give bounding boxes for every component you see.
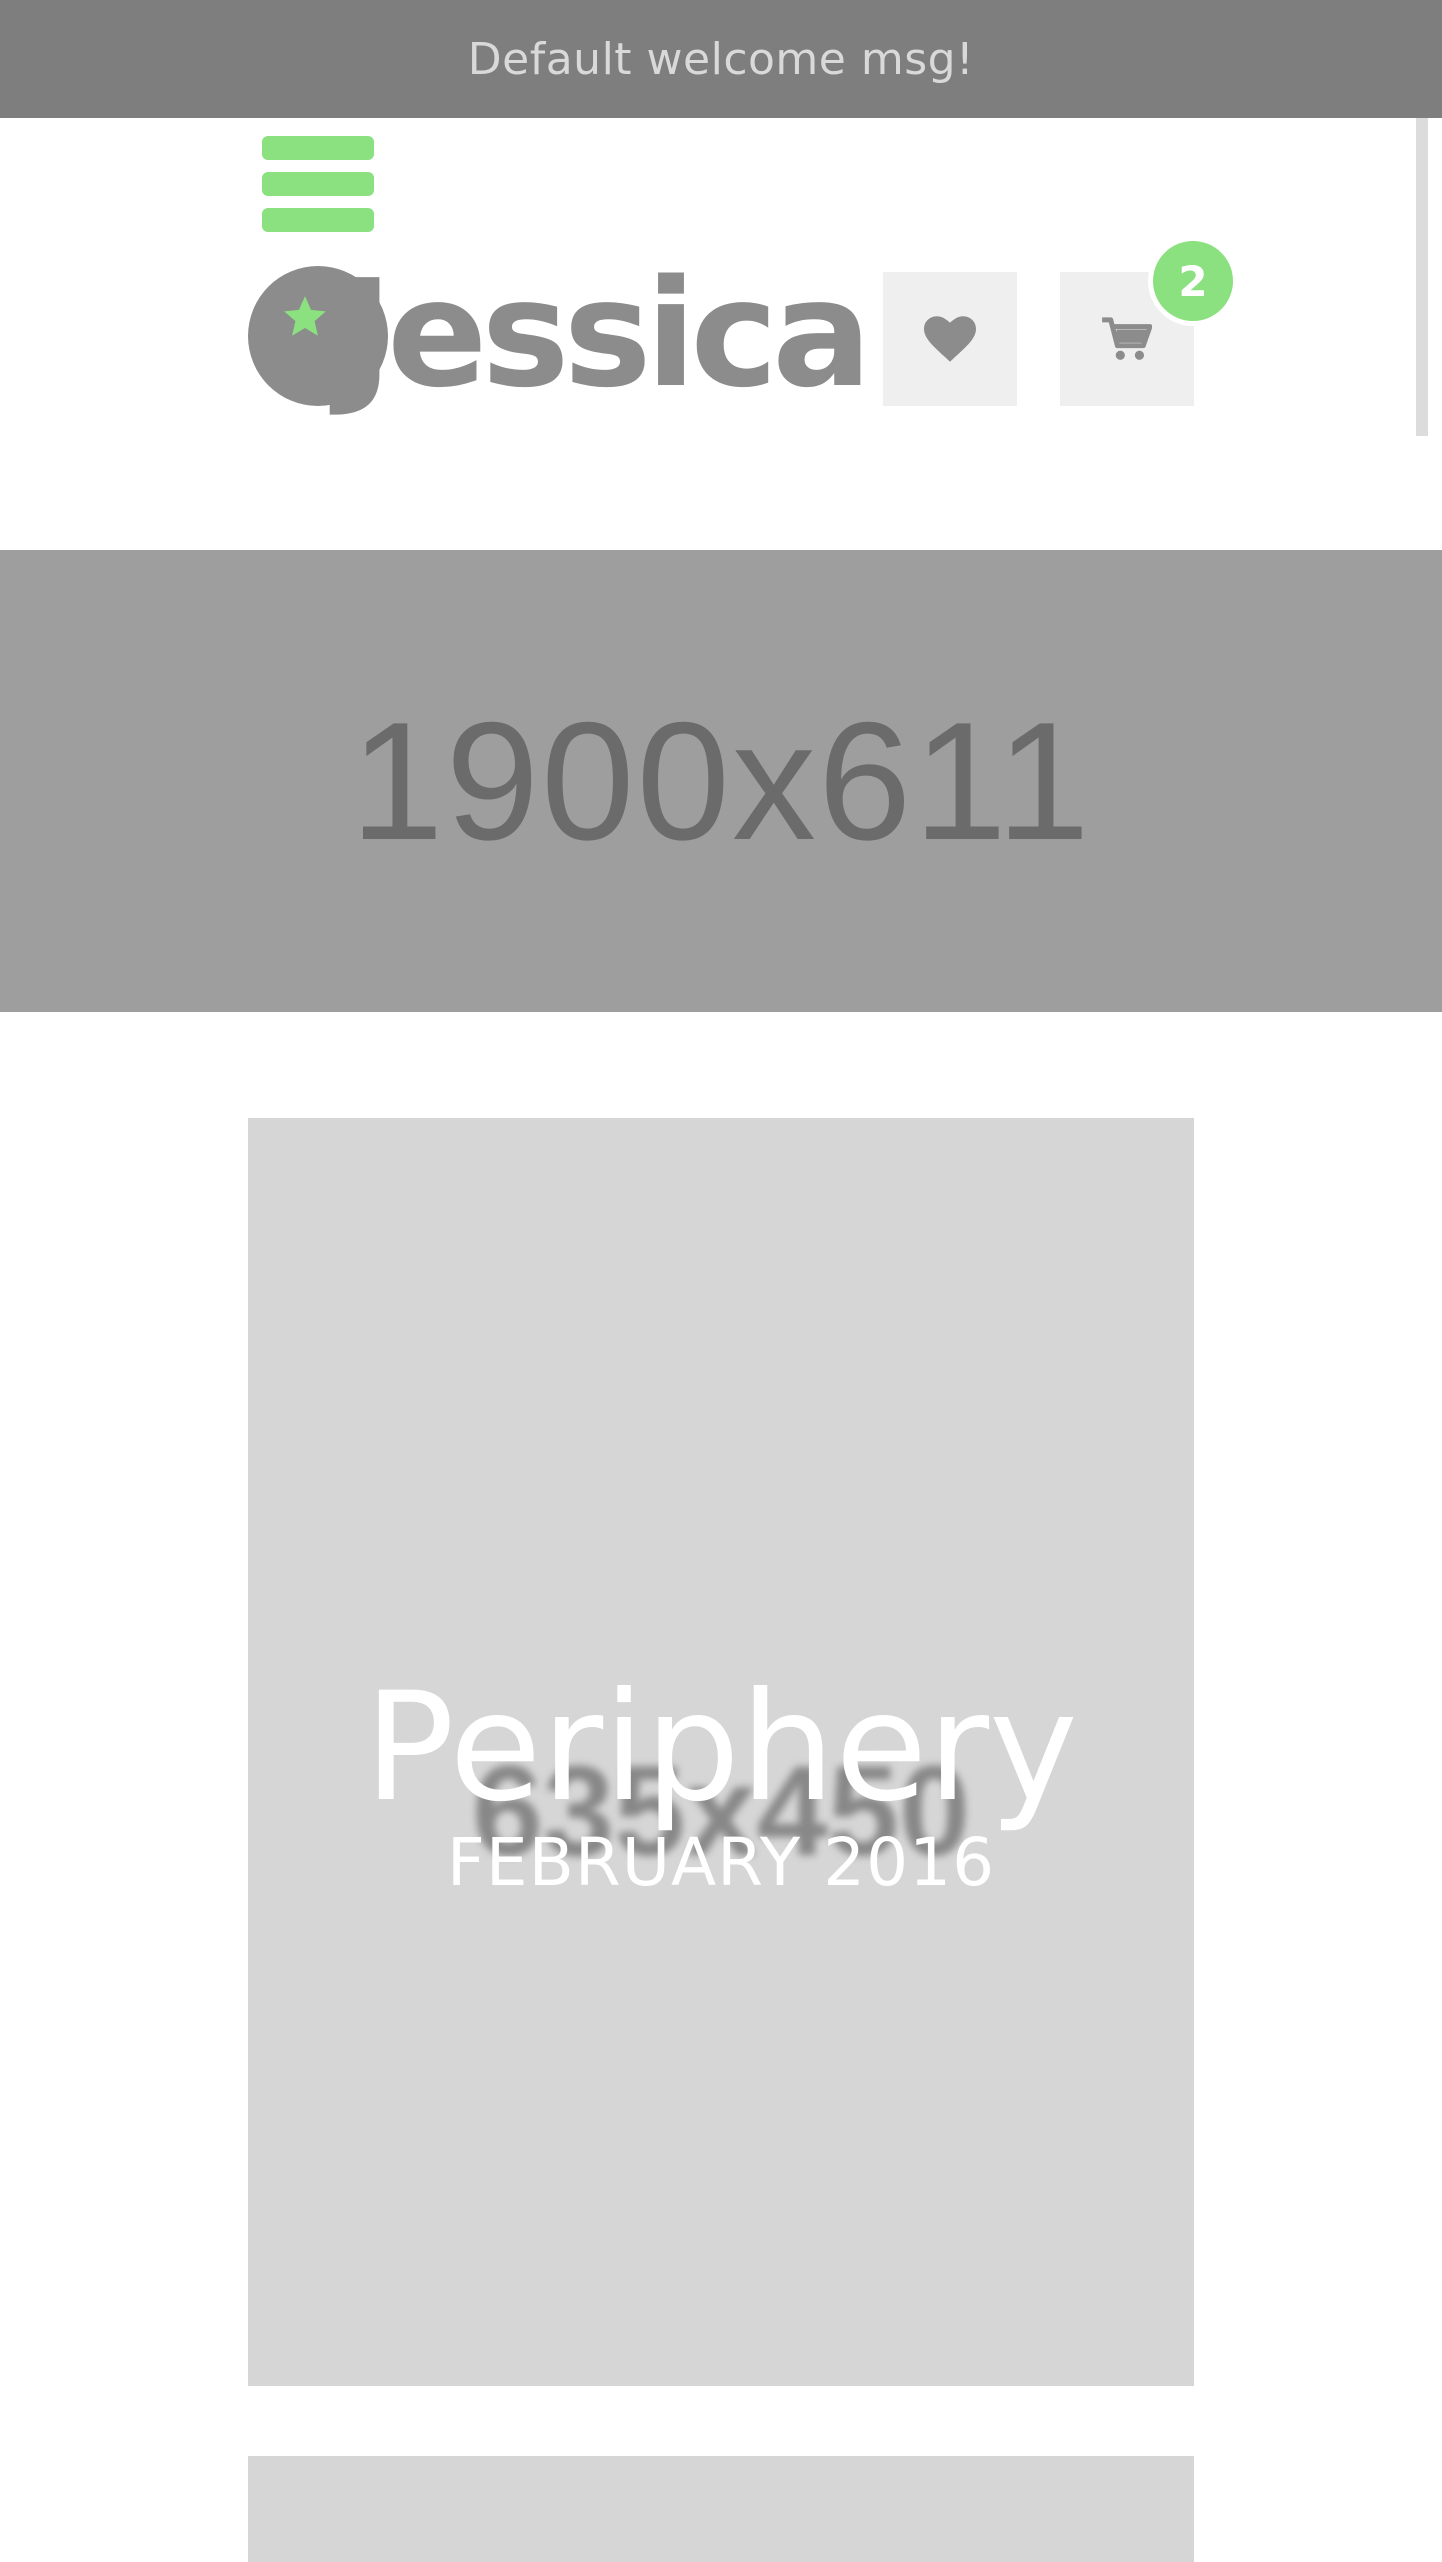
next-card[interactable]: [248, 2456, 1194, 2562]
hero-banner[interactable]: 1900x611: [0, 550, 1442, 1012]
menu-button[interactable]: [262, 136, 374, 232]
banner-placeholder-text: 1900x611: [350, 686, 1092, 875]
welcome-message: Default welcome msg!: [467, 33, 975, 85]
hamburger-icon: [262, 172, 374, 196]
cart-count-badge: 2: [1148, 236, 1238, 326]
top-welcome-bar: Default welcome msg!: [0, 0, 1442, 118]
card-title[interactable]: Periphery: [248, 1658, 1194, 1838]
logo-text: Jessica: [338, 248, 872, 420]
site-logo[interactable]: Jessica: [248, 254, 872, 414]
hamburger-icon: [262, 136, 374, 160]
cart-icon: [1102, 317, 1152, 360]
wishlist-button[interactable]: [883, 272, 1017, 406]
hamburger-icon: [262, 208, 374, 232]
scrollbar[interactable]: [1416, 118, 1428, 436]
heart-icon: [924, 316, 976, 362]
star-icon: [284, 296, 326, 336]
card-date: FEBRUARY 2016: [446, 1824, 996, 1901]
featured-card[interactable]: 635x450 Periphery FEBRUARY 2016: [248, 1118, 1194, 2386]
